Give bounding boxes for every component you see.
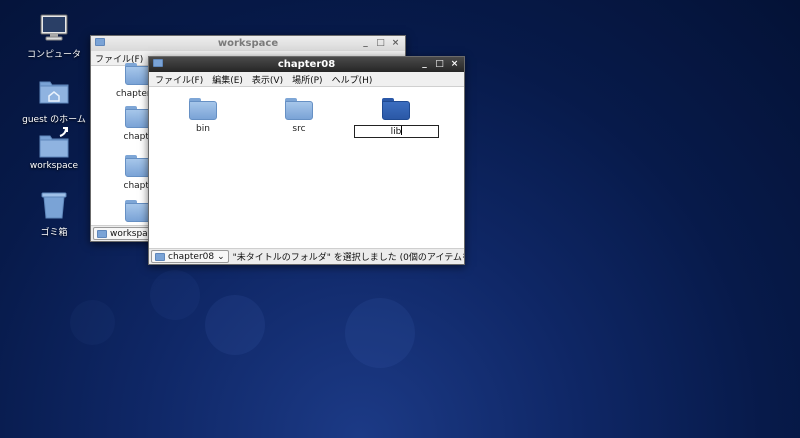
folder-link-icon [38,126,70,158]
desktop-icon-trash[interactable]: ゴミ箱 [14,190,94,238]
computer-icon [38,12,70,44]
text-caret [401,126,403,135]
desktop-icon-label: guest のホーム [22,115,86,125]
trash-icon [38,190,70,222]
background-bokeh [205,295,265,355]
background-bokeh [345,298,415,368]
chapter08-window[interactable]: chapter08 _ □ × ファイル(F) 編集(E) 表示(V) 場所(P… [148,56,465,265]
menu-edit[interactable]: 編集(E) [212,73,243,86]
folder-icon [95,38,106,48]
folder-icon [189,98,217,120]
background-bokeh [70,300,115,345]
folder-icon [153,59,164,69]
folder-icon [382,98,410,120]
window-title: chapter08 [277,59,336,70]
menu-help[interactable]: ヘルプ(H) [332,73,373,86]
folder-label: bin [196,124,210,134]
folder-icon [155,252,165,261]
rename-text: lib [390,127,402,137]
maximize-button[interactable]: □ [375,38,386,49]
maximize-button[interactable]: □ [434,59,445,70]
close-button[interactable]: × [449,59,460,70]
home-folder-icon [38,77,70,109]
window-title: workspace [217,38,279,49]
menubar: ファイル(F) 編集(E) 表示(V) 場所(P) ヘルプ(H) [149,72,464,87]
minimize-button[interactable]: _ [419,59,430,70]
desktop-icon-label: workspace [29,161,79,171]
close-button[interactable]: × [390,38,401,49]
desktop-icon-computer[interactable]: コンピュータ [14,12,94,60]
path-label: chapter08 [168,251,215,262]
background-bokeh [150,270,200,320]
chevron-down-icon: ⌄ [217,251,225,262]
menu-view[interactable]: 表示(V) [252,73,283,86]
path-button[interactable]: chapter08 ⌄ [151,250,229,263]
folder-icon [97,229,107,238]
folder-item-bin[interactable]: bin [173,98,233,134]
menu-file[interactable]: ファイル(F) [155,73,203,86]
rename-input[interactable]: lib [354,125,439,138]
desktop-icon-home[interactable]: guest のホーム [14,77,94,125]
folder-icon [285,98,313,120]
window-titlebar[interactable]: chapter08 _ □ × [149,57,464,72]
file-view[interactable]: bin src lib [149,88,464,249]
folder-item-lib[interactable] [366,98,426,124]
window-titlebar[interactable]: workspace _ □ × [91,36,405,51]
desktop-icon-label: コンピュータ [26,50,81,60]
minimize-button[interactable]: _ [360,38,371,49]
desktop-icon-label: ゴミ箱 [40,228,68,238]
statusbar: chapter08 ⌄ "未タイトルのフォルダ" を選択しました (0個のアイテ… [149,248,464,264]
folder-label: src [292,124,306,134]
desktop-icon-workspace[interactable]: workspace [14,126,94,171]
status-text: "未タイトルのフォルダ" を選択しました (0個のアイテムを… [232,253,464,263]
folder-item-src[interactable]: src [269,98,329,134]
menu-places[interactable]: 場所(P) [292,73,322,86]
